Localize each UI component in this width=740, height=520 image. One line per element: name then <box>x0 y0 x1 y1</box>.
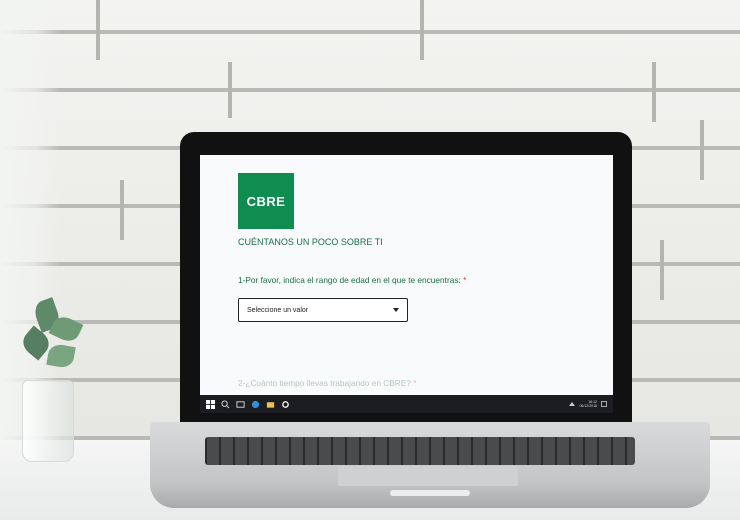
laptop-trackpad[interactable] <box>338 466 518 486</box>
age-range-select[interactable]: Seleccione un valor <box>238 298 408 322</box>
laptop-keyboard <box>205 437 635 465</box>
required-marker: * <box>413 378 417 388</box>
cbre-logo: CBRE <box>238 173 294 229</box>
question-age: 1-Por favor, indica el rango de edad en … <box>238 275 466 285</box>
question-age-text: 1-Por favor, indica el rango de edad en … <box>238 275 461 285</box>
logo-text: CBRE <box>246 193 286 209</box>
clock-date: 06/12/2018 <box>579 404 597 408</box>
brick-seam <box>228 62 232 118</box>
required-marker: * <box>463 275 467 285</box>
network-icon[interactable] <box>569 401 576 407</box>
file-explorer-icon[interactable] <box>266 400 275 409</box>
chevron-down-icon <box>393 308 399 312</box>
edge-icon[interactable] <box>251 400 260 409</box>
brick-seam <box>120 180 124 240</box>
windows-taskbar: 18:12 06/12/2018 <box>200 395 613 413</box>
question-tenure-text: 2-¿Cuánto tiempo llevas trabajando en CB… <box>238 378 411 388</box>
clock[interactable]: 18:12 06/12/2018 <box>579 400 597 408</box>
brick-seam <box>660 240 664 300</box>
system-tray: 18:12 06/12/2018 <box>569 400 607 408</box>
task-view-icon[interactable] <box>236 400 245 409</box>
search-icon[interactable] <box>221 399 230 409</box>
laptop-screen: CBRE CUÉNTANOS UN POCO SOBRE TI 1-Por fa… <box>200 155 613 395</box>
question-tenure: 2-¿Cuánto tiempo llevas trabajando en CB… <box>238 378 417 388</box>
settings-icon[interactable] <box>281 400 290 409</box>
section-title: CUÉNTANOS UN POCO SOBRE TI <box>238 237 383 247</box>
brick-seam <box>700 120 704 180</box>
glass-vase <box>22 380 74 462</box>
notifications-icon[interactable] <box>601 401 607 407</box>
brick-seam <box>420 0 424 60</box>
laptop-front-edge <box>390 490 470 496</box>
brick-seam <box>96 0 100 60</box>
select-value: Seleccione un valor <box>247 306 309 314</box>
brick-seam <box>652 62 656 122</box>
windows-icon[interactable] <box>206 399 215 409</box>
